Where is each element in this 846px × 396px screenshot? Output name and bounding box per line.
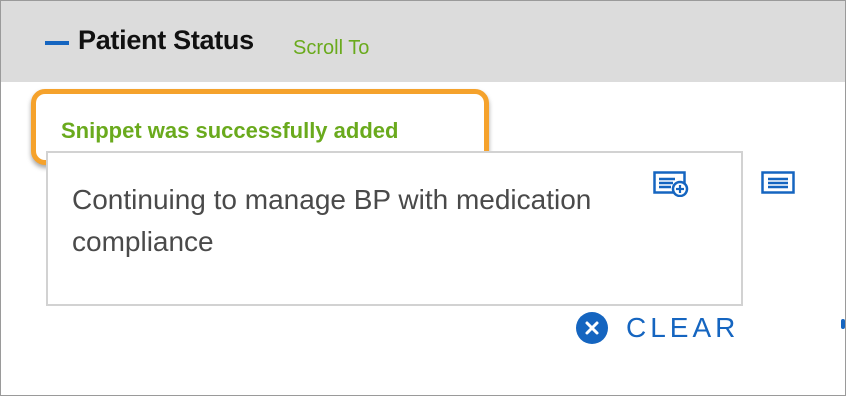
snippet-list-icon[interactable]: [761, 171, 797, 200]
minus-icon[interactable]: [45, 41, 69, 45]
clear-label: CLEAR: [626, 312, 740, 343]
add-snippet-icon[interactable]: [653, 171, 689, 202]
patient-status-panel: Patient Status Scroll To Snippet was suc…: [0, 0, 846, 396]
note-textarea[interactable]: Continuing to manage BP with medication …: [46, 151, 743, 306]
close-circle-icon: [576, 312, 608, 344]
scroll-indicator: [841, 319, 845, 329]
scroll-to-link[interactable]: Scroll To: [293, 37, 369, 60]
note-text[interactable]: Continuing to manage BP with medication …: [72, 179, 652, 263]
section-title: Patient Status: [78, 25, 254, 55]
notification-message: Snippet was successfully added: [61, 118, 399, 143]
clear-button[interactable]: CLEAR: [576, 312, 739, 344]
section-header: Patient Status Scroll To: [1, 1, 845, 82]
